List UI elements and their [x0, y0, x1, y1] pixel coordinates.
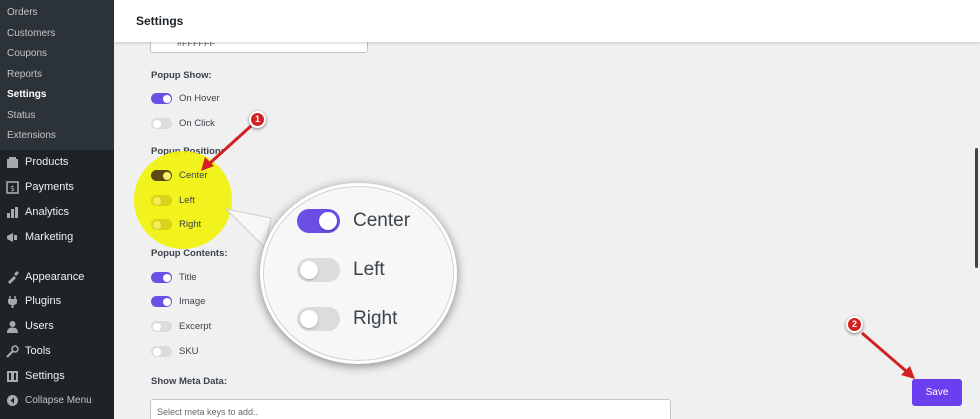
annotation-badge-2: 2 — [846, 316, 863, 333]
annotation-badge-1: 1 — [249, 111, 266, 128]
arrow-1-head — [201, 157, 214, 171]
annotation-arrows — [201, 124, 915, 379]
arrow-2 — [861, 331, 907, 373]
arrow-1 — [208, 124, 253, 165]
